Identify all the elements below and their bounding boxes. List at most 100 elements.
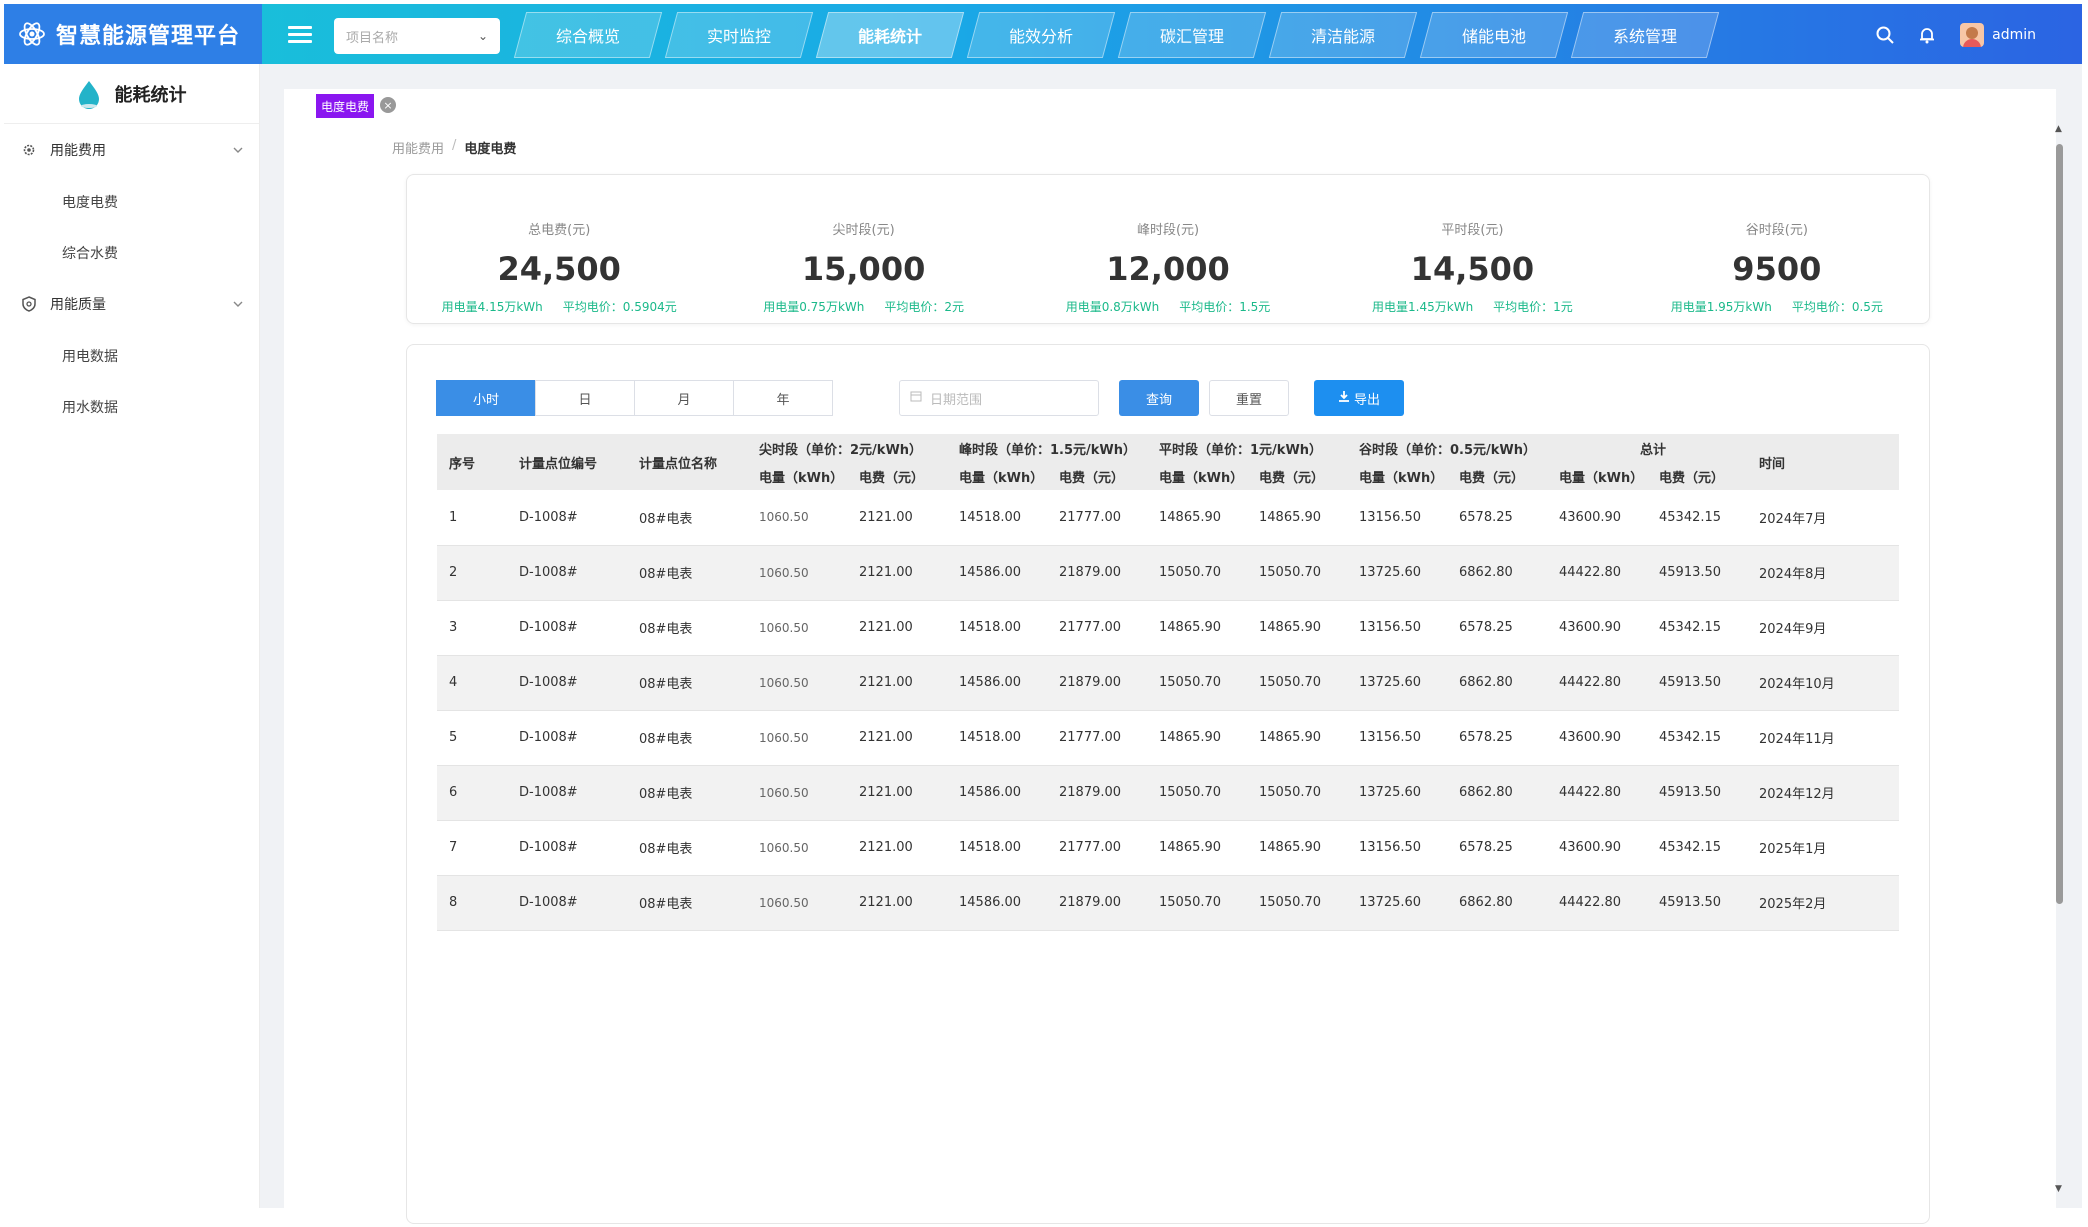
scroll-down-icon[interactable]: ▼ (2055, 1184, 2062, 1194)
table-cell: 45342.15 (1647, 490, 1747, 546)
nav-tab-carbon[interactable]: 碳汇管理 (1117, 12, 1267, 58)
table-cell: 2024年10月 (1747, 655, 1899, 711)
table-cell: 6578.25 (1447, 820, 1547, 876)
table-row[interactable]: 1 D-1008# 08#电表 1060.50 2121.00 14518.00 21777… (437, 490, 1899, 546)
table-row[interactable]: 2 D-1008# 08#电表 1060.50 2121.00 14586.00 21879… (437, 545, 1899, 601)
breadcrumb-parent[interactable]: 用能费用 (392, 138, 444, 157)
query-button[interactable]: 查询 (1119, 380, 1199, 416)
table-cell: 4 (437, 655, 507, 711)
stat-peak: 峰时段(元) 12,000 用电量0.8万kWh 平均电价：1.5元 (1016, 175, 1320, 323)
nav-tab-monitor[interactable]: 实时监控 (664, 12, 814, 58)
sidebar-group-energy-fee[interactable]: 用能费用 (4, 124, 259, 176)
vertical-scrollbar[interactable]: ▲ ▼ (2055, 124, 2064, 1194)
col-valley-kwh: 电量（kWh） (1347, 462, 1447, 490)
atom-logo-icon (19, 22, 45, 46)
scrollbar-thumb[interactable] (2056, 144, 2063, 904)
table-cell: 2024年11月 (1747, 710, 1899, 766)
period-switch: 小时 日 月 年 (436, 380, 833, 416)
table-row[interactable]: 6 D-1008# 08#电表 1060.50 2121.00 14586.00 21879… (437, 765, 1899, 821)
stat-price: 平均电价：0.5904元 (562, 300, 677, 314)
table-row[interactable]: 4 D-1008# 08#电表 1060.50 2121.00 14586.00 21879… (437, 655, 1899, 711)
table-cell: 45913.50 (1647, 545, 1747, 601)
brand[interactable]: 智慧能源管理平台 (4, 4, 262, 64)
period-hour-button[interactable]: 小时 (436, 380, 536, 416)
table-cell: 2024年9月 (1747, 600, 1899, 656)
nav-tab-label: 清洁能源 (1310, 27, 1375, 46)
nav-tab-label: 实时监控 (706, 27, 771, 46)
table-cell: D-1008# (507, 820, 627, 876)
table-cell: 45913.50 (1647, 655, 1747, 711)
table-cell: 2025年1月 (1747, 820, 1899, 876)
table-cell: 14865.90 (1247, 490, 1347, 546)
table-cell: D-1008# (507, 710, 627, 766)
app-title: 智慧能源管理平台 (56, 24, 241, 49)
col-flat-fee: 电费（元） (1247, 462, 1347, 490)
table-cell: 1060.50 (747, 820, 847, 876)
avatar[interactable] (1960, 23, 1985, 47)
sidebar-item-electricity-fee[interactable]: 电度电费 (4, 176, 259, 227)
stat-usage: 用电量4.15万kWh (441, 300, 543, 314)
table-cell: 1060.50 (747, 875, 847, 931)
table-cell: 08#电表 (627, 655, 747, 711)
sidebar-item-water-data[interactable]: 用水数据 (4, 381, 259, 432)
data-table: 序号 计量点位编号 计量点位名称 尖时段（单价：2元/kWh） 峰时段（单价：1… (437, 434, 1899, 931)
nav-tab-consumption[interactable]: 能耗统计 (815, 12, 965, 58)
nav-tab-efficiency[interactable]: 能效分析 (966, 12, 1116, 58)
close-icon[interactable]: × (380, 97, 396, 113)
table-cell: D-1008# (507, 765, 627, 821)
export-button[interactable]: 导出 (1314, 380, 1404, 416)
table-row[interactable]: 7 D-1008# 08#电表 1060.50 2121.00 14518.00 21777… (437, 820, 1899, 876)
date-range-input[interactable]: 日期范围 (899, 380, 1099, 416)
table-cell: 08#电表 (627, 875, 747, 931)
col-valley-fee: 电费（元） (1447, 462, 1547, 490)
nav-tab-system[interactable]: 系统管理 (1570, 12, 1720, 58)
stat-sub: 用电量1.45万kWh 平均电价：1元 (1320, 298, 1624, 315)
nav-tab-clean-energy[interactable]: 清洁能源 (1268, 12, 1418, 58)
period-day-button[interactable]: 日 (535, 380, 635, 416)
sidebar-item-power-data[interactable]: 用电数据 (4, 330, 259, 381)
period-month-button[interactable]: 月 (634, 380, 734, 416)
table-cell: 44422.80 (1547, 545, 1647, 601)
download-icon (1338, 390, 1350, 406)
period-year-button[interactable]: 年 (733, 380, 833, 416)
col-peak-kwh: 电量（kWh） (947, 462, 1047, 490)
table-cell: 14518.00 (947, 710, 1047, 766)
table-row[interactable]: 3 D-1008# 08#电表 1060.50 2121.00 14518.00 21777… (437, 600, 1899, 656)
data-panel: 小时 日 月 年 日期范围 查询 重置 导出 序号 计量点位编号 计量点位名称 (406, 344, 1930, 1224)
table-cell: 1 (437, 490, 507, 546)
nav-tab-overview[interactable]: 综合概览 (513, 12, 663, 58)
stat-price: 平均电价：2元 (884, 300, 964, 314)
search-icon[interactable] (1872, 22, 1898, 48)
table-cell: 1060.50 (747, 655, 847, 711)
table-cell: 1060.50 (747, 710, 847, 766)
sidebar-group-energy-quality[interactable]: 用能质量 (4, 278, 259, 330)
table-row[interactable]: 5 D-1008# 08#电表 1060.50 2121.00 14518.00 21777… (437, 710, 1899, 766)
nav-tab-storage[interactable]: 储能电池 (1419, 12, 1569, 58)
col-flat: 平时段（单价：1元/kWh） (1147, 434, 1347, 462)
sidebar-item-water-fee[interactable]: 综合水费 (4, 227, 259, 278)
menu-toggle-icon[interactable] (288, 26, 312, 44)
table-cell: 2024年8月 (1747, 545, 1899, 601)
table-row[interactable]: 8 D-1008# 08#电表 1060.50 2121.00 14586.00 21879… (437, 875, 1899, 931)
stat-value: 12,000 (1106, 250, 1230, 288)
stat-sub: 用电量0.75万kWh 平均电价：2元 (711, 298, 1015, 315)
table-cell: 6578.25 (1447, 600, 1547, 656)
project-select[interactable]: 项目名称 ⌄ (334, 18, 500, 54)
reset-button[interactable]: 重置 (1209, 380, 1289, 416)
tab-electricity-fee[interactable]: 电度电费 (316, 94, 375, 118)
table-cell: 2121.00 (847, 765, 947, 821)
chevron-down-icon: ⌄ (477, 29, 488, 43)
user-name[interactable]: admin (1992, 27, 2036, 43)
col-sharp-fee: 电费（元） (847, 462, 947, 490)
header-actions: admin (1856, 22, 2036, 48)
stat-valley: 谷时段(元) 9500 用电量1.95万kWh 平均电价：0.5元 (1625, 175, 1929, 323)
sidebar: 能耗统计 用能费用 电度电费 综合水费 用能质量 用电数据 用水数据 (4, 64, 260, 1208)
table-cell: 6862.80 (1447, 545, 1547, 601)
table-cell: 15050.70 (1147, 875, 1247, 931)
breadcrumb-current: 电度电费 (464, 142, 517, 157)
col-peak-fee: 电费（元） (1047, 462, 1147, 490)
scroll-up-icon[interactable]: ▲ (2055, 124, 2062, 134)
table-cell: 45342.15 (1647, 710, 1747, 766)
bell-icon[interactable] (1914, 22, 1940, 48)
table-cell: 13725.60 (1347, 655, 1447, 711)
